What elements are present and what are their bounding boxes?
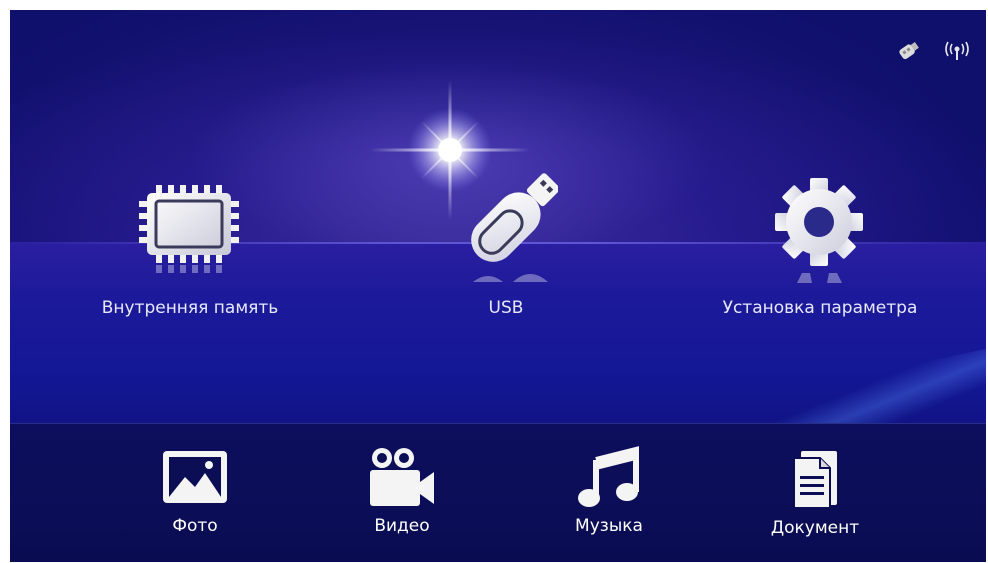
home-screen: Внутренняя память USB Установка параметр… bbox=[10, 10, 986, 562]
wifi-broadcast-icon bbox=[942, 40, 972, 66]
menu-item-label: Внутренняя память bbox=[101, 298, 279, 318]
memory-chip-icon bbox=[134, 185, 244, 279]
usb-plug-icon bbox=[896, 40, 922, 66]
photo-icon bbox=[163, 449, 227, 509]
media-item-label: Музыка bbox=[575, 516, 643, 536]
media-item-label: Документ bbox=[770, 518, 860, 538]
music-note-icon bbox=[578, 446, 640, 512]
video-camera-icon bbox=[368, 444, 436, 512]
media-item-label: Фото bbox=[172, 516, 218, 536]
usb-drive-icon bbox=[458, 170, 560, 289]
media-bar: Фото Видео Музыка Документ bbox=[10, 423, 986, 562]
menu-item-label: Установка параметра bbox=[722, 298, 918, 318]
menu-item-label: USB bbox=[488, 298, 524, 318]
gear-icon bbox=[772, 175, 867, 289]
media-item-label: Видео bbox=[374, 516, 430, 536]
document-icon bbox=[790, 444, 842, 514]
